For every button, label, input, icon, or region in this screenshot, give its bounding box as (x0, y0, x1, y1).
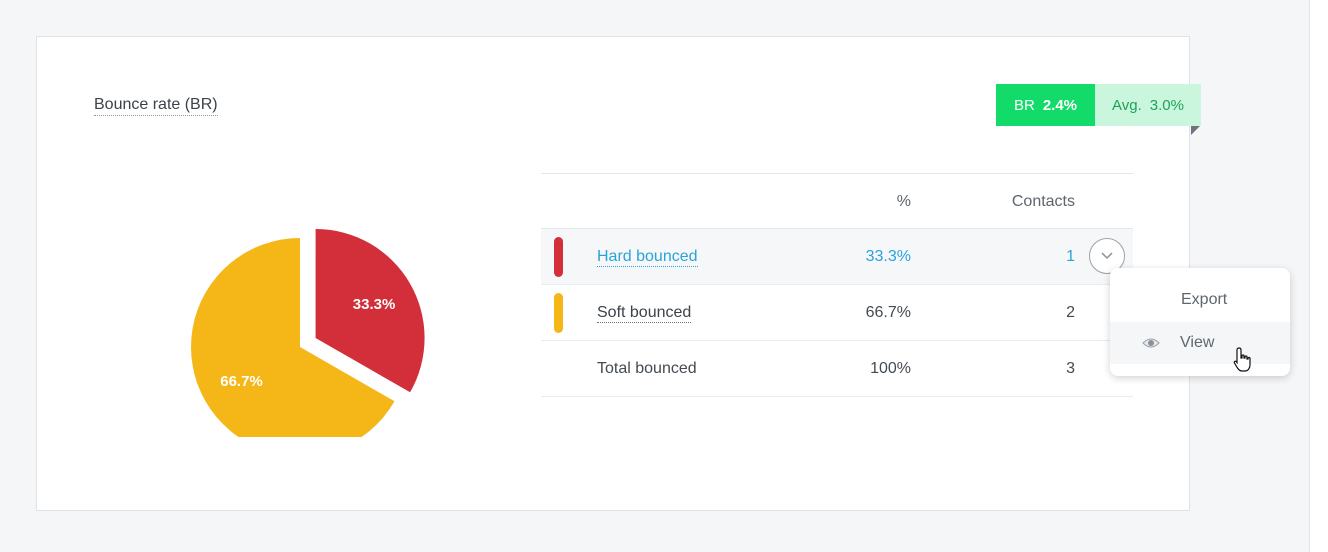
row-contacts: 2 (1066, 304, 1075, 321)
row-color-swatch (554, 237, 563, 277)
bounce-rate-card: Bounce rate (BR) BR 2.4% Avg. 3.0% 33.3%… (36, 36, 1201, 511)
bounce-pie-chart: 33.3% 66.7% (191, 228, 425, 437)
menu-item-view[interactable]: View (1110, 322, 1290, 364)
row-contacts: 3 (1066, 360, 1075, 377)
avg-value-badge: Avg. 3.0% (1095, 84, 1201, 126)
menu-item-label: View (1180, 334, 1215, 351)
menu-item-export[interactable]: Export (1110, 279, 1290, 321)
br-label: BR (1013, 96, 1035, 114)
menu-item-label: Export (1181, 291, 1228, 308)
chevron-down-icon (1101, 252, 1113, 260)
hand-pointer-cursor (1233, 347, 1251, 372)
eye-icon (1142, 338, 1160, 348)
card-title[interactable]: Bounce rate (BR) (94, 95, 218, 116)
bounce-table: % Contacts Hard bounced 33.3% 1 Soft bou… (541, 173, 1133, 397)
badge-fold (1191, 126, 1200, 135)
row-percent: 66.7% (865, 304, 911, 321)
pie-slice-label: 33.3% (353, 296, 396, 313)
header-percent: % (896, 193, 911, 210)
pie-slice-label: 66.7% (220, 373, 263, 390)
br-value: 2.4% (1042, 96, 1078, 114)
row-contacts: 1 (1066, 248, 1075, 265)
table-row[interactable]: Hard bounced 33.3% 1 (541, 229, 1133, 285)
table-header: % Contacts (541, 173, 1133, 229)
soft-bounced-link[interactable]: Soft bounced (597, 304, 692, 323)
avg-value: 3.0% (1149, 96, 1184, 114)
table-row[interactable]: Soft bounced 66.7% 2 (541, 285, 1133, 341)
avg-label: Avg. (1112, 96, 1142, 114)
right-scroll-strip (1309, 0, 1328, 552)
row-percent: 100% (870, 360, 911, 377)
hard-bounced-link[interactable]: Hard bounced (597, 248, 698, 267)
total-label: Total bounced (597, 360, 697, 377)
row-percent: 33.3% (865, 248, 911, 265)
header-contacts: Contacts (1011, 193, 1075, 210)
row-actions-menu: Export View (1110, 268, 1290, 376)
row-color-swatch (554, 293, 563, 333)
br-value-badge: BR 2.4% (996, 84, 1095, 126)
br-badge: BR 2.4% Avg. 3.0% (996, 84, 1201, 126)
table-row: Total bounced 100% 3 (541, 341, 1133, 397)
